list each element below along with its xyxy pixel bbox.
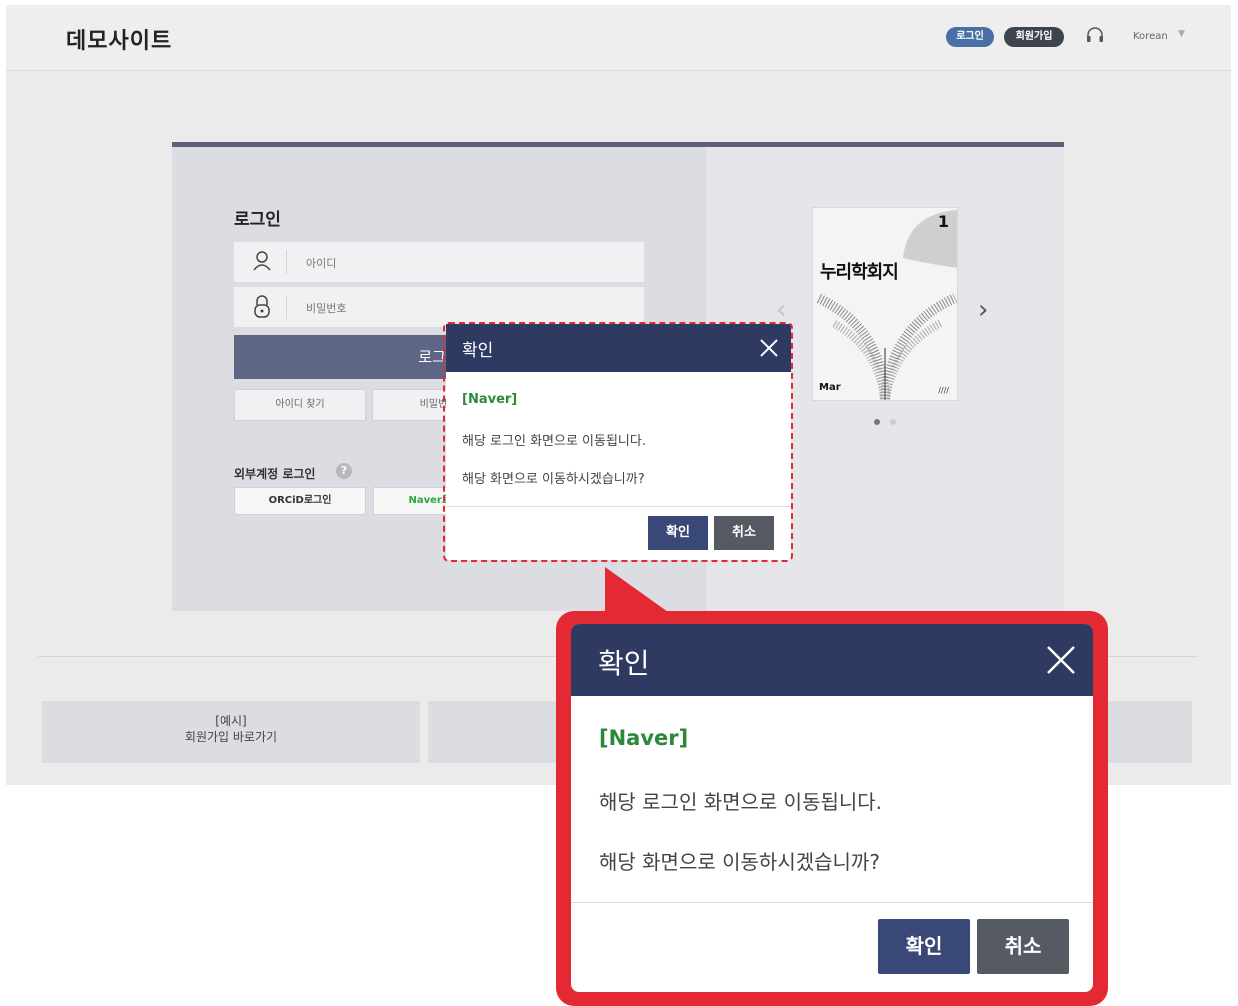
zoomed-dialog-provider-tag: [Naver] xyxy=(599,726,689,750)
chevron-down-icon[interactable]: ▼ xyxy=(1178,29,1185,39)
quick-link-title: [예시] xyxy=(215,714,247,728)
lock-icon xyxy=(254,295,270,318)
chevron-left-icon[interactable]: ‹ xyxy=(776,295,786,325)
zoomed-dialog-message: 해당 로그인 화면으로 이동됩니다. xyxy=(599,790,883,814)
external-login-title: 외부계정 로그인 xyxy=(234,467,316,481)
dialog-header: 확인 xyxy=(446,324,791,372)
zoomed-dialog-callout: 확인 [Naver] 해당 로그인 화면으로 이동됩니다. 해당 화면으로 이동… xyxy=(556,611,1108,1006)
confirm-dialog: 확인 [Naver] 해당 로그인 화면으로 이동됩니다. 해당 화면으로 이동… xyxy=(446,324,791,560)
carousel-dot-active[interactable] xyxy=(874,419,880,425)
zoomed-dialog-header: 확인 xyxy=(571,624,1093,696)
id-placeholder: 아이디 xyxy=(306,257,337,270)
zoomed-dialog-title: 확인 xyxy=(598,647,650,680)
field-divider xyxy=(286,250,287,274)
headset-icon[interactable] xyxy=(1084,25,1106,47)
login-title: 로그인 xyxy=(234,210,281,230)
zoomed-dialog-question: 해당 화면으로 이동하시겠습니까? xyxy=(599,850,880,874)
user-icon xyxy=(253,251,271,271)
header-login-button[interactable]: 로그인 xyxy=(946,27,994,47)
help-icon[interactable]: ? xyxy=(336,463,352,479)
find-id-button[interactable]: 아이디 찾기 xyxy=(234,389,366,421)
cover-artwork xyxy=(815,210,957,400)
language-select[interactable]: Korean xyxy=(1133,31,1168,42)
journal-month: Mar xyxy=(819,382,841,393)
zoomed-dialog: 확인 [Naver] 해당 로그인 화면으로 이동됩니다. 해당 화면으로 이동… xyxy=(571,624,1093,992)
quick-link-signup[interactable]: [예시] 회원가입 바로가기 xyxy=(42,701,420,763)
orcid-login-button[interactable]: ORCiD로그인 xyxy=(234,487,366,515)
header-signup-button[interactable]: 회원가입 xyxy=(1004,27,1064,47)
dialog-divider xyxy=(446,506,791,507)
zoomed-dialog-cancel-button[interactable]: 취소 xyxy=(977,919,1069,974)
password-field[interactable]: 비밀번호 xyxy=(234,287,644,327)
callout-arrow xyxy=(605,567,675,617)
chevron-right-icon[interactable]: › xyxy=(978,295,988,325)
id-field[interactable]: 아이디 xyxy=(234,242,644,282)
carousel-dot[interactable] xyxy=(890,419,896,425)
site-header: 데모사이트 로그인 회원가입 Korean ▼ xyxy=(6,5,1231,71)
quick-link-label: 회원가입 바로가기 xyxy=(184,730,278,744)
dialog-ok-button[interactable]: 확인 xyxy=(648,516,708,550)
journal-volume: 1 xyxy=(937,212,949,231)
dialog-message: 해당 로그인 화면으로 이동됩니다. xyxy=(462,434,646,449)
journal-name: 누리학회지 xyxy=(820,262,899,283)
journal-cover[interactable]: 1 누리학회지 Mar //// xyxy=(812,207,958,401)
dialog-title: 확인 xyxy=(462,341,494,361)
journal-mark: //// xyxy=(938,386,949,395)
dialog-question: 해당 화면으로 이동하시겠습니까? xyxy=(462,472,645,487)
password-placeholder: 비밀번호 xyxy=(306,302,347,315)
field-divider xyxy=(286,295,287,319)
close-icon[interactable] xyxy=(759,338,779,358)
dialog-provider-tag: [Naver] xyxy=(462,392,518,407)
zoomed-dialog-divider xyxy=(571,902,1093,903)
site-title[interactable]: 데모사이트 xyxy=(66,23,172,55)
zoomed-dialog-ok-button[interactable]: 확인 xyxy=(878,919,970,974)
dialog-cancel-button[interactable]: 취소 xyxy=(714,516,774,550)
close-icon[interactable] xyxy=(1045,644,1077,676)
